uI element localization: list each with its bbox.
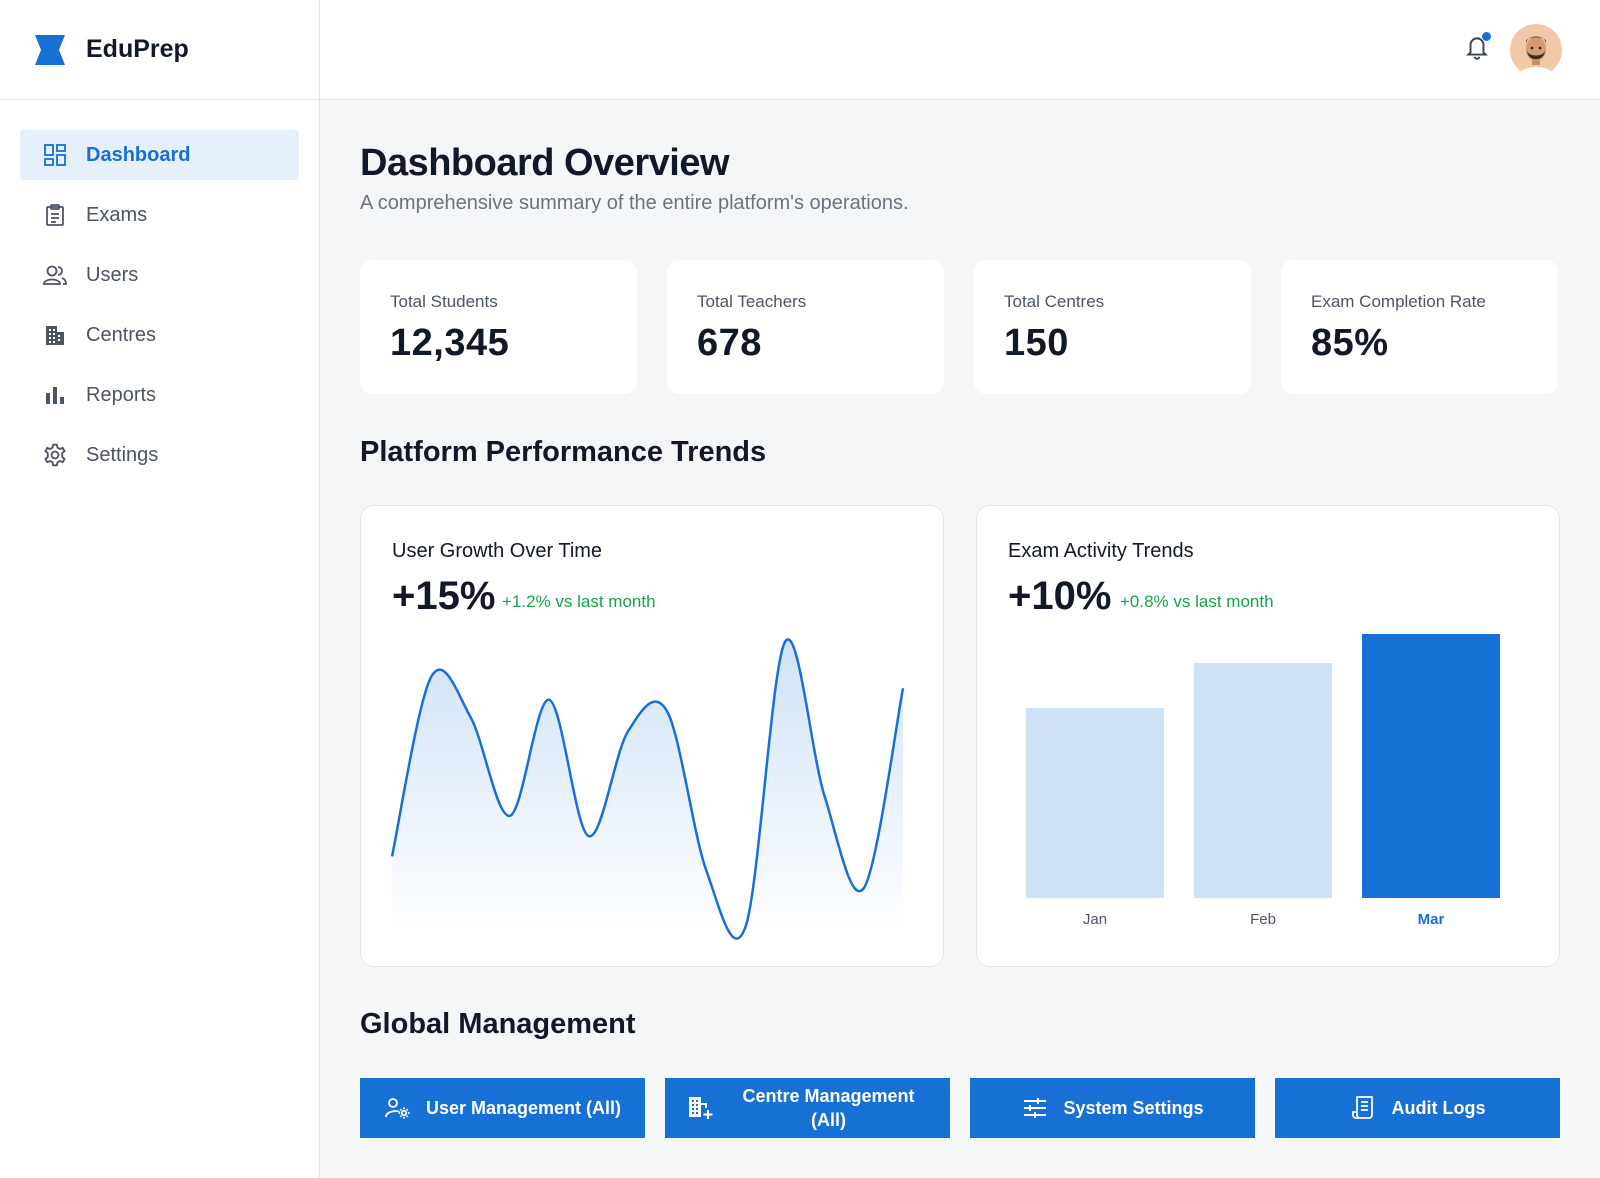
building-icon bbox=[42, 322, 68, 348]
chart-title: User Growth Over Time bbox=[392, 540, 603, 562]
bar-mar[interactable] bbox=[1362, 634, 1500, 898]
stat-label: Total Centres bbox=[1004, 292, 1105, 311]
sidebar: EduPrep Dashboard Exams Users Centres Re… bbox=[0, 0, 320, 1178]
top-bar bbox=[320, 0, 1600, 100]
stat-label: Total Students bbox=[390, 292, 498, 311]
notification-badge bbox=[1482, 32, 1491, 41]
button-label: System Settings bbox=[1063, 1097, 1204, 1118]
gear-icon bbox=[42, 442, 68, 468]
x-tick-label: Mar bbox=[1418, 911, 1445, 928]
eduprep-logo-icon bbox=[34, 34, 66, 66]
user-gear-icon bbox=[384, 1094, 412, 1122]
button-label: User Management (All) bbox=[425, 1097, 622, 1118]
stat-value: 12,345 bbox=[390, 322, 510, 364]
receipt-icon bbox=[1350, 1094, 1378, 1122]
management-actions: User Management (All) Centre Management … bbox=[360, 1078, 1560, 1138]
stat-label: Total Teachers bbox=[697, 292, 807, 311]
sidebar-item-exams[interactable]: Exams bbox=[20, 190, 299, 240]
bar-feb[interactable] bbox=[1194, 663, 1332, 898]
audit-logs-button[interactable]: Audit Logs bbox=[1275, 1078, 1560, 1138]
clipboard-icon bbox=[42, 202, 68, 228]
sidebar-nav: Dashboard Exams Users Centres Reports Se… bbox=[0, 100, 319, 480]
user-management-button[interactable]: User Management (All) bbox=[360, 1078, 645, 1138]
stat-card-centres: Total Centres 150 bbox=[974, 260, 1251, 394]
avatar[interactable] bbox=[1510, 24, 1562, 76]
sidebar-item-label: Exams bbox=[86, 203, 148, 226]
exam-activity-card: Jan Feb Mar Exam Activity Trends +10% +0.8… bbox=[976, 505, 1560, 967]
dashboard-icon bbox=[42, 142, 68, 168]
stat-value: 85% bbox=[1311, 322, 1389, 364]
stat-label: Exam Completion Rate bbox=[1311, 292, 1486, 311]
chart-title: Exam Activity Trends bbox=[1008, 540, 1194, 562]
trends-section-title: Platform Performance Trends bbox=[360, 436, 767, 468]
bar-jan[interactable] bbox=[1026, 707, 1164, 898]
notifications-button[interactable] bbox=[1460, 30, 1494, 64]
chart-headline: +15% bbox=[392, 574, 496, 618]
sidebar-item-label: Settings bbox=[86, 443, 159, 466]
sidebar-item-label: Reports bbox=[86, 383, 157, 406]
sidebar-item-reports[interactable]: Reports bbox=[20, 370, 299, 420]
stat-card-completion-rate: Exam Completion Rate 85% bbox=[1281, 260, 1558, 394]
sidebar-item-dashboard[interactable]: Dashboard bbox=[20, 130, 299, 180]
x-tick-label: Feb bbox=[1250, 911, 1276, 928]
area-fill bbox=[392, 639, 903, 939]
sidebar-item-users[interactable]: Users bbox=[20, 250, 299, 300]
chart-change: +0.8% vs last month bbox=[1120, 592, 1274, 611]
stat-card-students: Total Students 12,345 bbox=[360, 260, 637, 394]
centre-management-button[interactable]: Centre Management (All) bbox=[665, 1078, 950, 1138]
brand[interactable]: EduPrep bbox=[0, 0, 319, 100]
user-growth-card: User Growth Over Time +15% +1.2% vs last… bbox=[360, 505, 944, 967]
stats-row: Total Students 12,345 Total Teachers 678… bbox=[360, 260, 1558, 394]
management-section-title: Global Management bbox=[360, 1008, 636, 1040]
chart-headline: +10% bbox=[1008, 574, 1112, 618]
sidebar-item-centres[interactable]: Centres bbox=[20, 310, 299, 360]
brand-name: EduPrep bbox=[86, 35, 189, 63]
sidebar-item-label: Centres bbox=[86, 323, 157, 346]
button-label: Audit Logs bbox=[1391, 1097, 1486, 1118]
page-subtitle: A comprehensive summary of the entire pl… bbox=[360, 192, 909, 214]
stat-card-teachers: Total Teachers 678 bbox=[667, 260, 944, 394]
bar-chart-icon bbox=[42, 382, 68, 408]
sidebar-item-settings[interactable]: Settings bbox=[20, 430, 299, 480]
chart-change: +1.2% vs last month bbox=[502, 592, 656, 611]
users-icon bbox=[42, 262, 68, 288]
system-settings-button[interactable]: System Settings bbox=[970, 1078, 1255, 1138]
building-add-icon bbox=[687, 1094, 715, 1122]
sliders-icon bbox=[1021, 1094, 1049, 1122]
button-label: Centre Management (All) bbox=[742, 1085, 915, 1130]
stat-value: 150 bbox=[1004, 322, 1069, 364]
stat-value: 678 bbox=[697, 322, 762, 364]
x-tick-label: Jan bbox=[1083, 911, 1107, 928]
page-title: Dashboard Overview bbox=[360, 142, 730, 184]
sidebar-item-label: Dashboard bbox=[86, 143, 191, 166]
sidebar-item-label: Users bbox=[86, 263, 139, 286]
